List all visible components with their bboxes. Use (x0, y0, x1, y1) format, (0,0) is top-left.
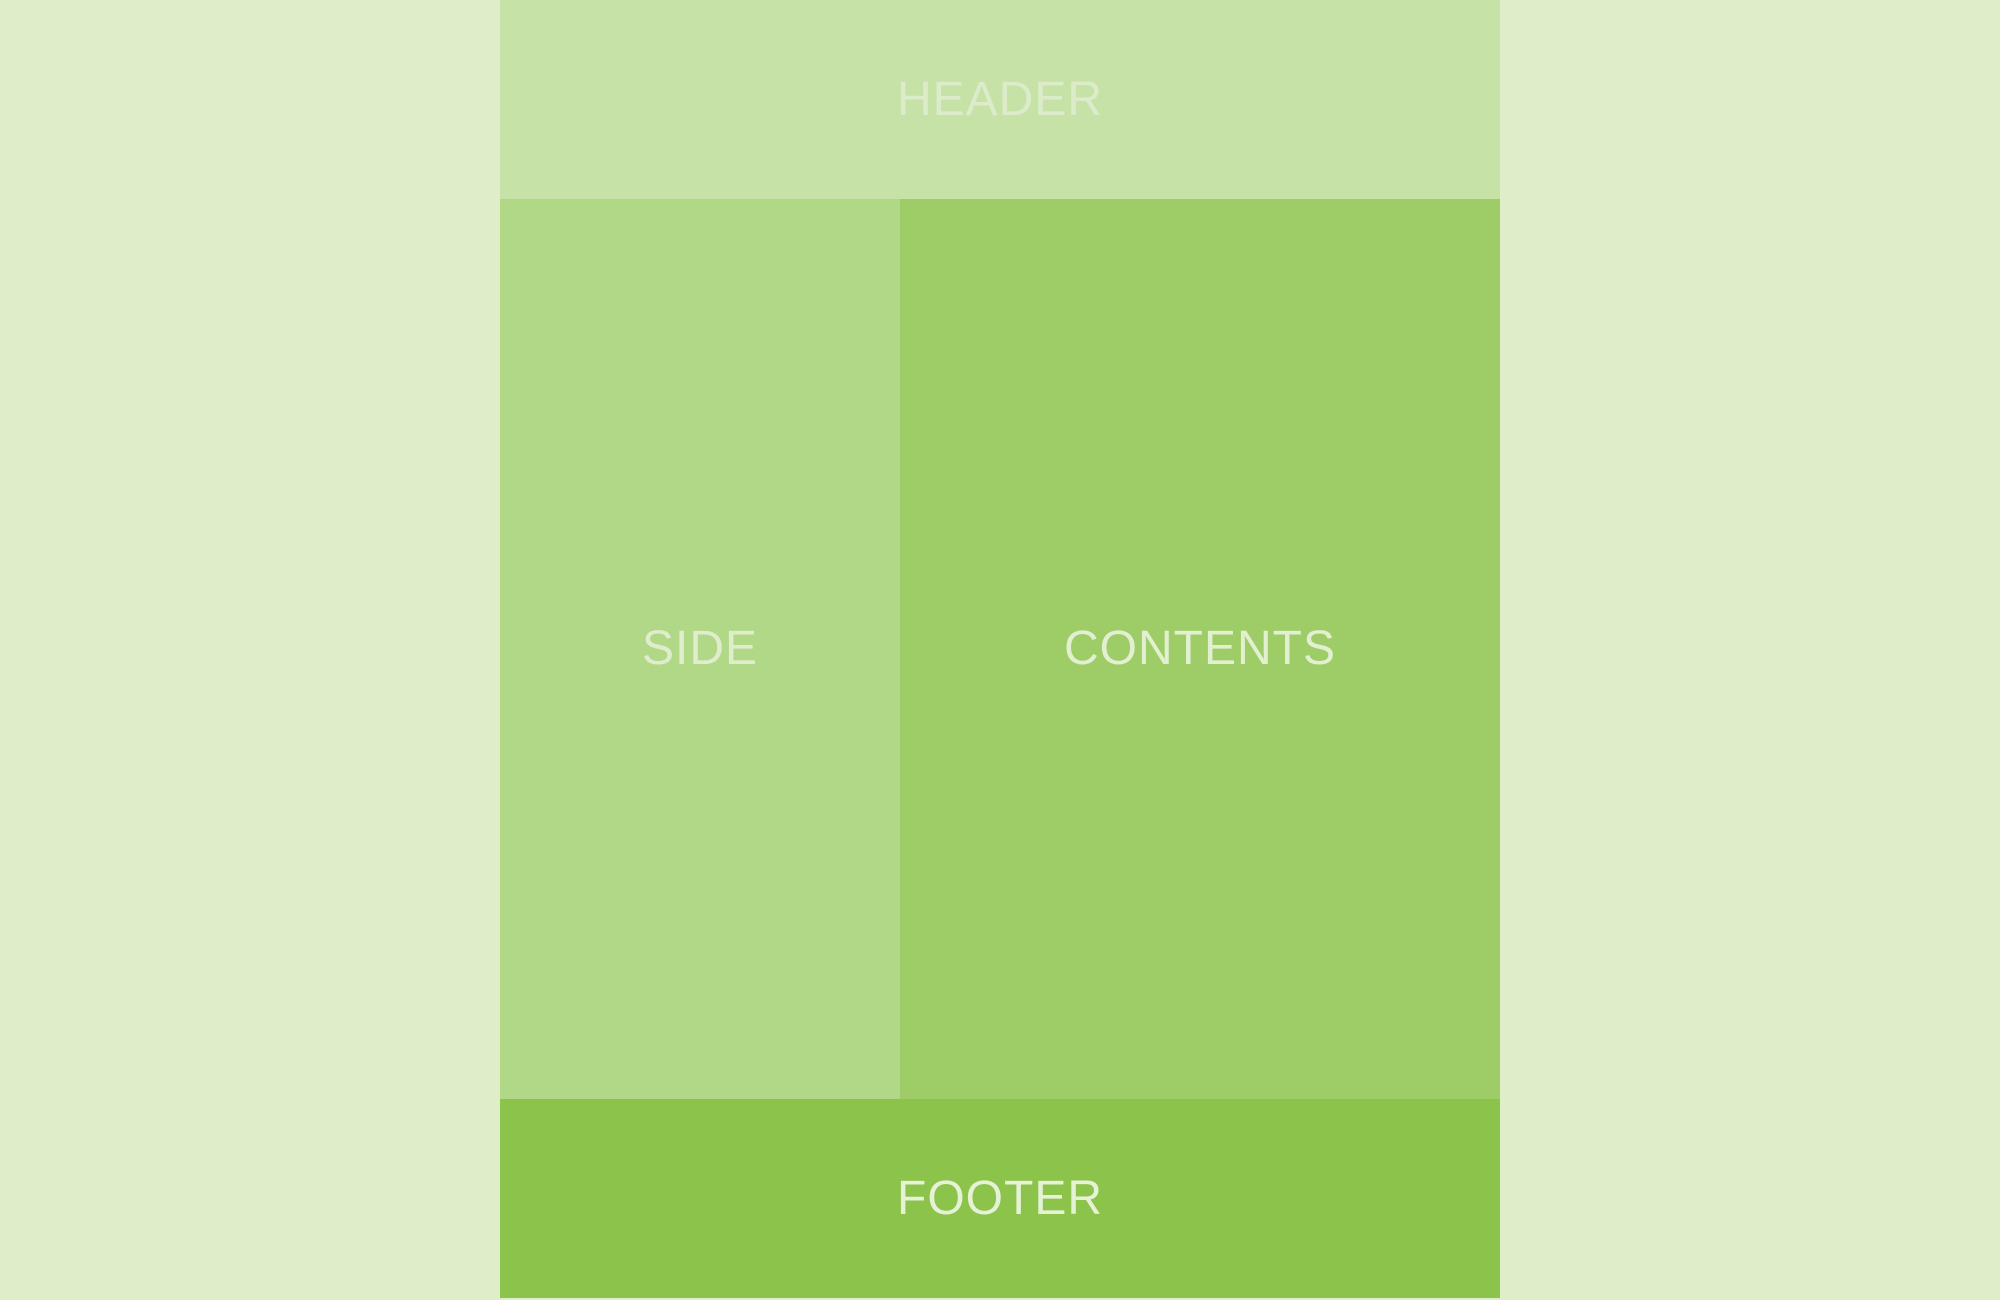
contents-region: CONTENTS (900, 199, 1500, 1099)
page-background: HEADER SIDE CONTENTS FOOTER (0, 0, 2000, 1300)
header-region: HEADER (500, 0, 1500, 199)
footer-label: FOOTER (897, 1171, 1103, 1225)
layout-diagram: HEADER SIDE CONTENTS FOOTER (500, 0, 1500, 1298)
side-label: SIDE (641, 622, 759, 675)
side-region: SIDE (500, 199, 900, 1099)
header-label: HEADER (896, 72, 1104, 126)
contents-label: CONTENTS (1064, 622, 1336, 675)
footer-region: FOOTER (500, 1099, 1500, 1298)
